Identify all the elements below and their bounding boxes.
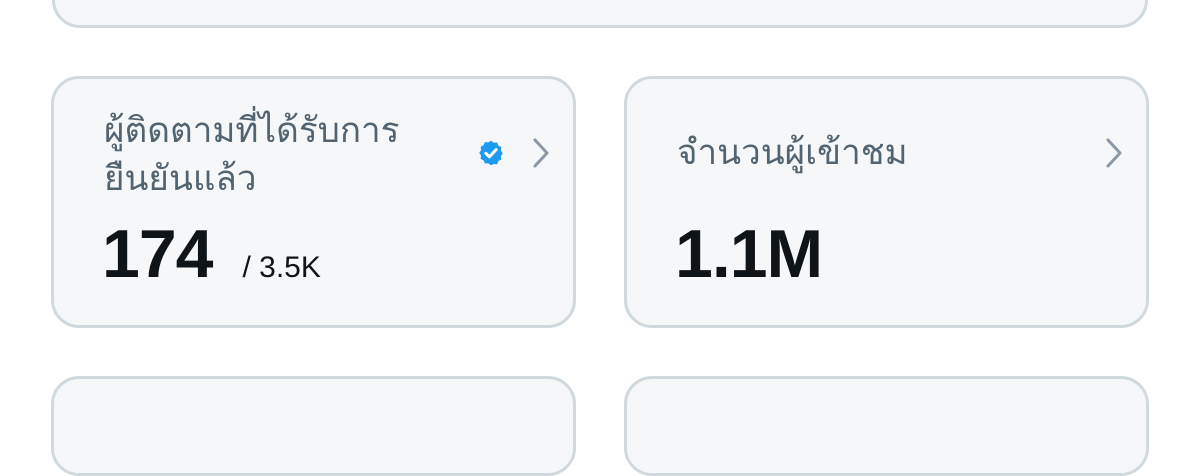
- verified-followers-count: 174: [102, 216, 213, 292]
- verified-followers-title: ผู้ติดตามที่ได้รับการยืนยันแล้ว: [104, 111, 400, 199]
- partial-card-bottom-right: [624, 376, 1149, 476]
- impressions-count: 1.1M: [675, 216, 823, 292]
- impressions-title: จำนวนผู้เข้าชม: [677, 133, 908, 173]
- verified-followers-metric: 174 / 3.5K: [102, 209, 321, 299]
- total-followers-count: / 3.5K: [242, 251, 321, 284]
- partial-card-bottom-left: [51, 376, 576, 476]
- partial-card-top: [52, 0, 1148, 28]
- verified-followers-card[interactable]: ผู้ติดตามที่ได้รับการยืนยันแล้ว 174 / 3.…: [51, 76, 576, 328]
- impressions-metric: 1.1M: [675, 209, 823, 299]
- chevron-right-icon[interactable]: [530, 137, 552, 169]
- chevron-right-icon[interactable]: [1103, 137, 1125, 169]
- verified-badge-icon: [479, 140, 503, 166]
- impressions-card[interactable]: จำนวนผู้เข้าชม 1.1M: [624, 76, 1149, 328]
